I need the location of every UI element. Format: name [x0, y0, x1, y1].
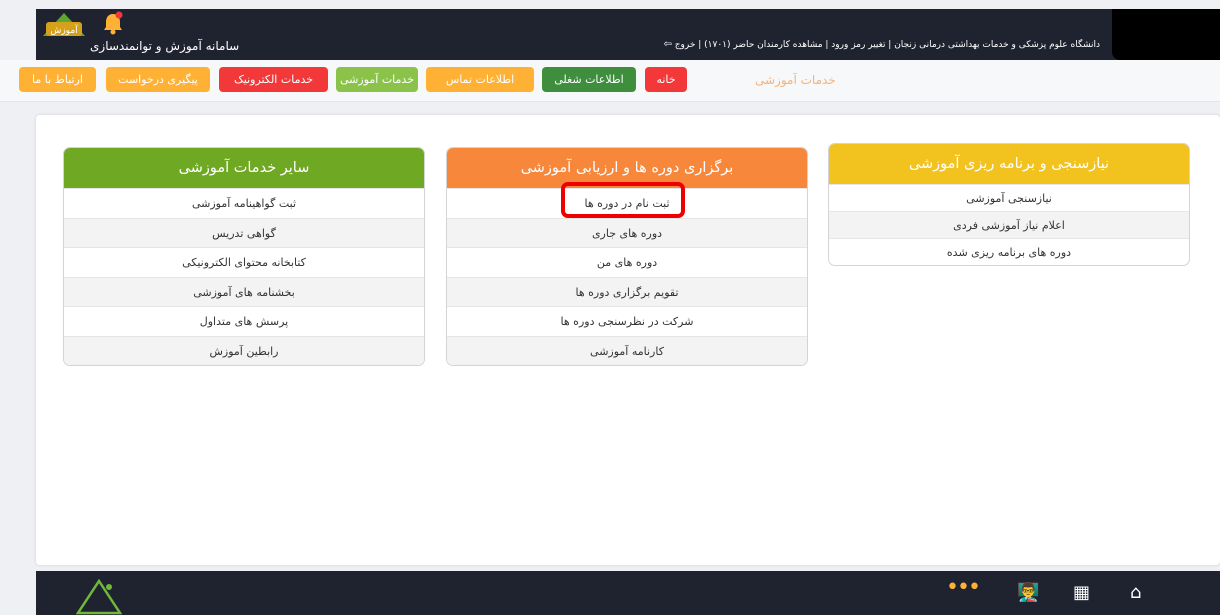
nav-home-button[interactable]: خانه	[645, 67, 687, 92]
list-item[interactable]: دوره های من	[447, 247, 807, 277]
panel-courses: برگزاری دوره ها و ارزیابی آموزشی ثبت نام…	[446, 147, 808, 366]
content-card: سایر خدمات آموزشی ثبت گواهینامه آموزشی گ…	[36, 115, 1220, 565]
current-page-label: خدمات آموزشی	[755, 73, 836, 87]
nav-follow-up-button[interactable]: پیگیری درخواست	[106, 67, 210, 92]
list-item[interactable]: اعلام نیاز آموزشی فردی	[829, 211, 1189, 238]
svg-text:آموزش: آموزش	[50, 24, 78, 36]
main-nav: ارتباط با ما پیگیری درخواست خدمات الکترو…	[0, 60, 1220, 102]
list-item[interactable]: بخشنامه های آموزشی	[64, 276, 424, 306]
bottom-bar: ••• 👨‍🏫 ▦ ⌂	[36, 571, 1220, 615]
list-item[interactable]: رابطین آموزش	[64, 335, 424, 365]
nav-educational-services-button[interactable]: خدمات آموزشی	[336, 67, 418, 92]
redacted-area	[1112, 9, 1220, 60]
nav-electronic-services-button[interactable]: خدمات الکترونیک	[219, 67, 328, 92]
list-item[interactable]: شرکت در نظرسنجی دوره ها	[447, 306, 807, 336]
home-icon[interactable]: ⌂	[1130, 582, 1141, 603]
footer-logo	[76, 579, 122, 615]
panel-needs-assessment: نیازسنجی و برنامه ریزی آموزشی نیازسنجی آ…	[828, 143, 1190, 266]
panel-other-services: سایر خدمات آموزشی ثبت گواهینامه آموزشی گ…	[63, 147, 425, 366]
user-info-text[interactable]: دانشگاه علوم پزشکی و خدمات بهداشتی درمان…	[675, 40, 1100, 50]
panel-title: نیازسنجی و برنامه ریزی آموزشی	[829, 144, 1189, 184]
list-item[interactable]: ثبت نام در دوره ها	[447, 188, 807, 218]
panel-title: برگزاری دوره ها و ارزیابی آموزشی	[447, 148, 807, 188]
list-item[interactable]: تقویم برگزاری دوره ها	[447, 276, 807, 306]
nav-contact-us-button[interactable]: ارتباط با ما	[19, 67, 96, 92]
logout-icon[interactable]: ⇦	[663, 39, 671, 50]
grid-menu-icon[interactable]: ▦	[1073, 582, 1090, 603]
list-item[interactable]: کارنامه آموزشی	[447, 335, 807, 365]
nav-contact-info-button[interactable]: اطلاعات تماس	[426, 67, 534, 92]
list-item[interactable]: پرسش های متداول	[64, 306, 424, 336]
app-logo: آموزش	[43, 13, 85, 36]
notification-bell-icon[interactable]	[102, 11, 124, 35]
more-icon[interactable]: •••	[946, 575, 981, 600]
user-info-bar: دانشگاه علوم پزشکی و خدمات بهداشتی درمان…	[663, 39, 1100, 50]
top-header: آموزش سامانه آموزش و توانمندسازی دانشگاه…	[36, 9, 1220, 60]
list-item[interactable]: دوره های برنامه ریزی شده	[829, 238, 1189, 265]
app-title: سامانه آموزش و توانمندسازی	[90, 39, 240, 53]
list-item[interactable]: نیازسنجی آموزشی	[829, 184, 1189, 211]
list-item[interactable]: کتابخانه محتوای الکترونیکی	[64, 247, 424, 277]
panel-title: سایر خدمات آموزشی	[64, 148, 424, 188]
list-item[interactable]: گواهی تدریس	[64, 217, 424, 247]
nav-job-info-button[interactable]: اطلاعات شغلی	[542, 67, 636, 92]
teacher-icon[interactable]: 👨‍🏫	[1017, 582, 1039, 603]
list-item[interactable]: دوره های جاری	[447, 217, 807, 247]
list-item[interactable]: ثبت گواهینامه آموزشی	[64, 188, 424, 218]
